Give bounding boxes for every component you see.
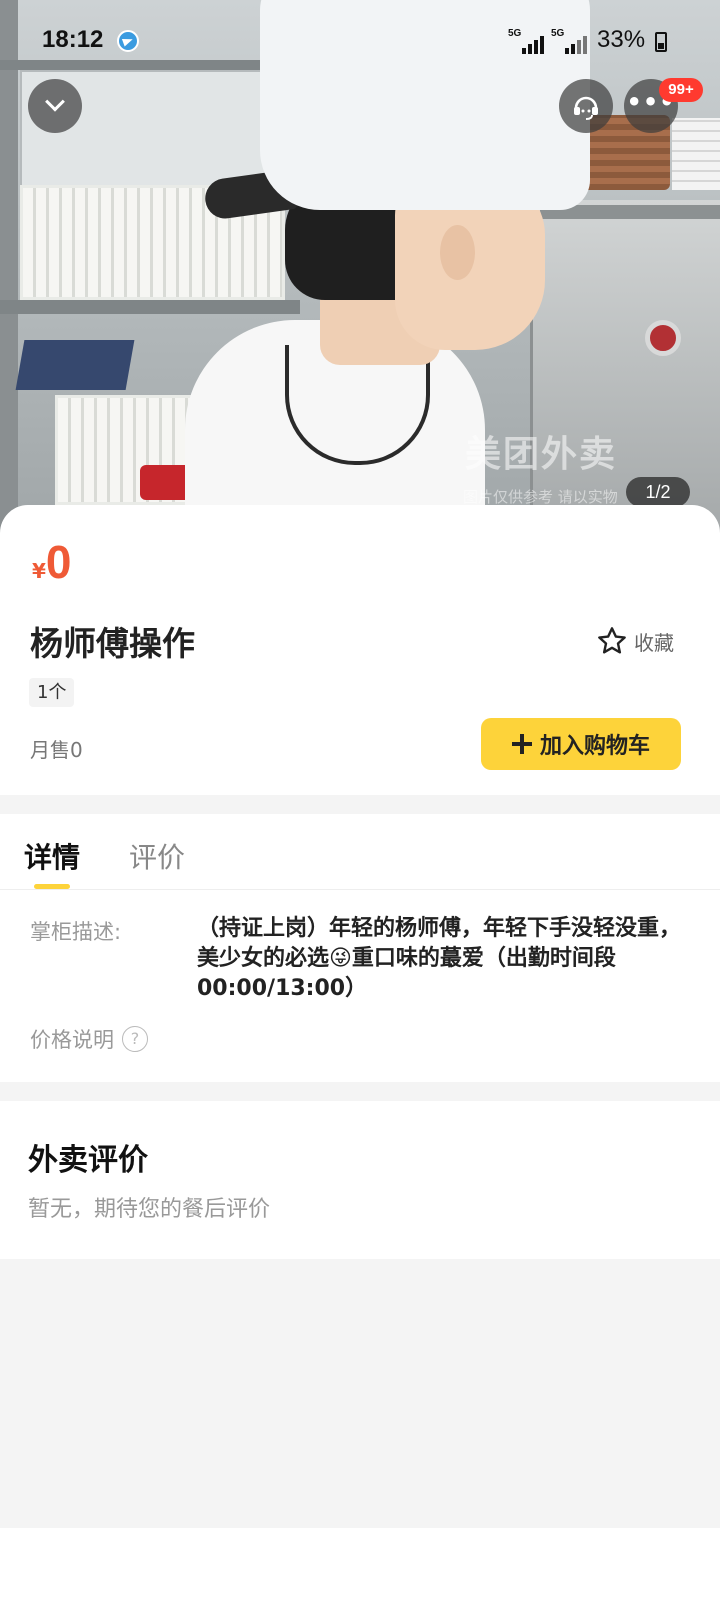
image-pager: 1/2 — [626, 477, 690, 507]
shelf — [0, 300, 300, 314]
description-label: 掌柜描述: — [30, 920, 122, 944]
fryer-knob — [645, 320, 681, 356]
price: ¥0 — [32, 535, 72, 589]
battery-level: 33% — [597, 26, 646, 53]
shelf-post — [0, 0, 18, 560]
price-note-button[interactable]: 价格说明 ? — [30, 1024, 148, 1054]
chef-ear — [440, 225, 475, 280]
currency-symbol: ¥ — [32, 559, 46, 583]
product-photo[interactable]: 美团外卖 图片仅供参考 请以实物 — [0, 0, 720, 560]
headset-icon — [574, 96, 598, 120]
telegram-icon — [117, 30, 139, 52]
bottom-bar — [0, 1528, 720, 1600]
star-icon — [598, 627, 626, 654]
details-section: 详情 评价 掌柜描述: （持证上岗）年轻的杨师傅，年轻下手没轻没重，美少女的必选… — [0, 814, 720, 1082]
watermark-sub: 图片仅供参考 请以实物 — [463, 488, 618, 506]
product-card: ¥0 杨师傅操作 收藏 1个 月售0 加入购物车 — [0, 505, 720, 795]
status-time: 18:12 — [42, 26, 104, 53]
plus-icon — [511, 734, 532, 754]
fryer — [530, 200, 720, 530]
signal-icon: 5G — [551, 28, 589, 54]
signal-label: 5G — [508, 28, 522, 39]
collapse-button[interactable] — [28, 79, 82, 133]
tab-details[interactable]: 详情 — [24, 836, 80, 876]
notification-badge: 99+ — [659, 78, 703, 102]
tab-reviews[interactable]: 评价 — [129, 836, 185, 876]
signal-icon: 5G — [508, 28, 546, 54]
monthly-sales: 月售0 — [30, 738, 83, 762]
price-value: 0 — [45, 536, 72, 588]
reviews-section: 外卖评价 暂无，期待您的餐后评价 — [0, 1101, 720, 1259]
customer-service-button[interactable] — [559, 79, 613, 133]
favorite-label: 收藏 — [634, 630, 674, 655]
help-icon: ? — [122, 1026, 148, 1052]
unit-tag: 1个 — [29, 678, 75, 707]
chevron-down-icon — [45, 91, 65, 112]
signal-label: 5G — [551, 28, 565, 39]
watermark: 美团外卖 — [465, 434, 618, 475]
add-to-cart-button[interactable]: 加入购物车 — [481, 718, 681, 770]
plates — [672, 118, 720, 190]
books — [15, 340, 135, 390]
price-note-label: 价格说明 — [30, 1028, 114, 1052]
product-name: 杨师傅操作 — [30, 624, 195, 663]
divider — [0, 889, 720, 890]
description-text: （持证上岗）年轻的杨师傅，年轻下手没轻没重，美少女的必选😜重口味的蕞爱（出勤时间… — [197, 916, 682, 1001]
reviews-title: 外卖评价 — [28, 1143, 148, 1178]
shelf — [0, 60, 300, 70]
favorite-button[interactable]: 收藏 — [596, 625, 674, 657]
reviews-empty-text: 暂无，期待您的餐后评价 — [28, 1197, 271, 1222]
battery-icon — [655, 32, 667, 52]
add-to-cart-label: 加入购物车 — [539, 734, 650, 759]
